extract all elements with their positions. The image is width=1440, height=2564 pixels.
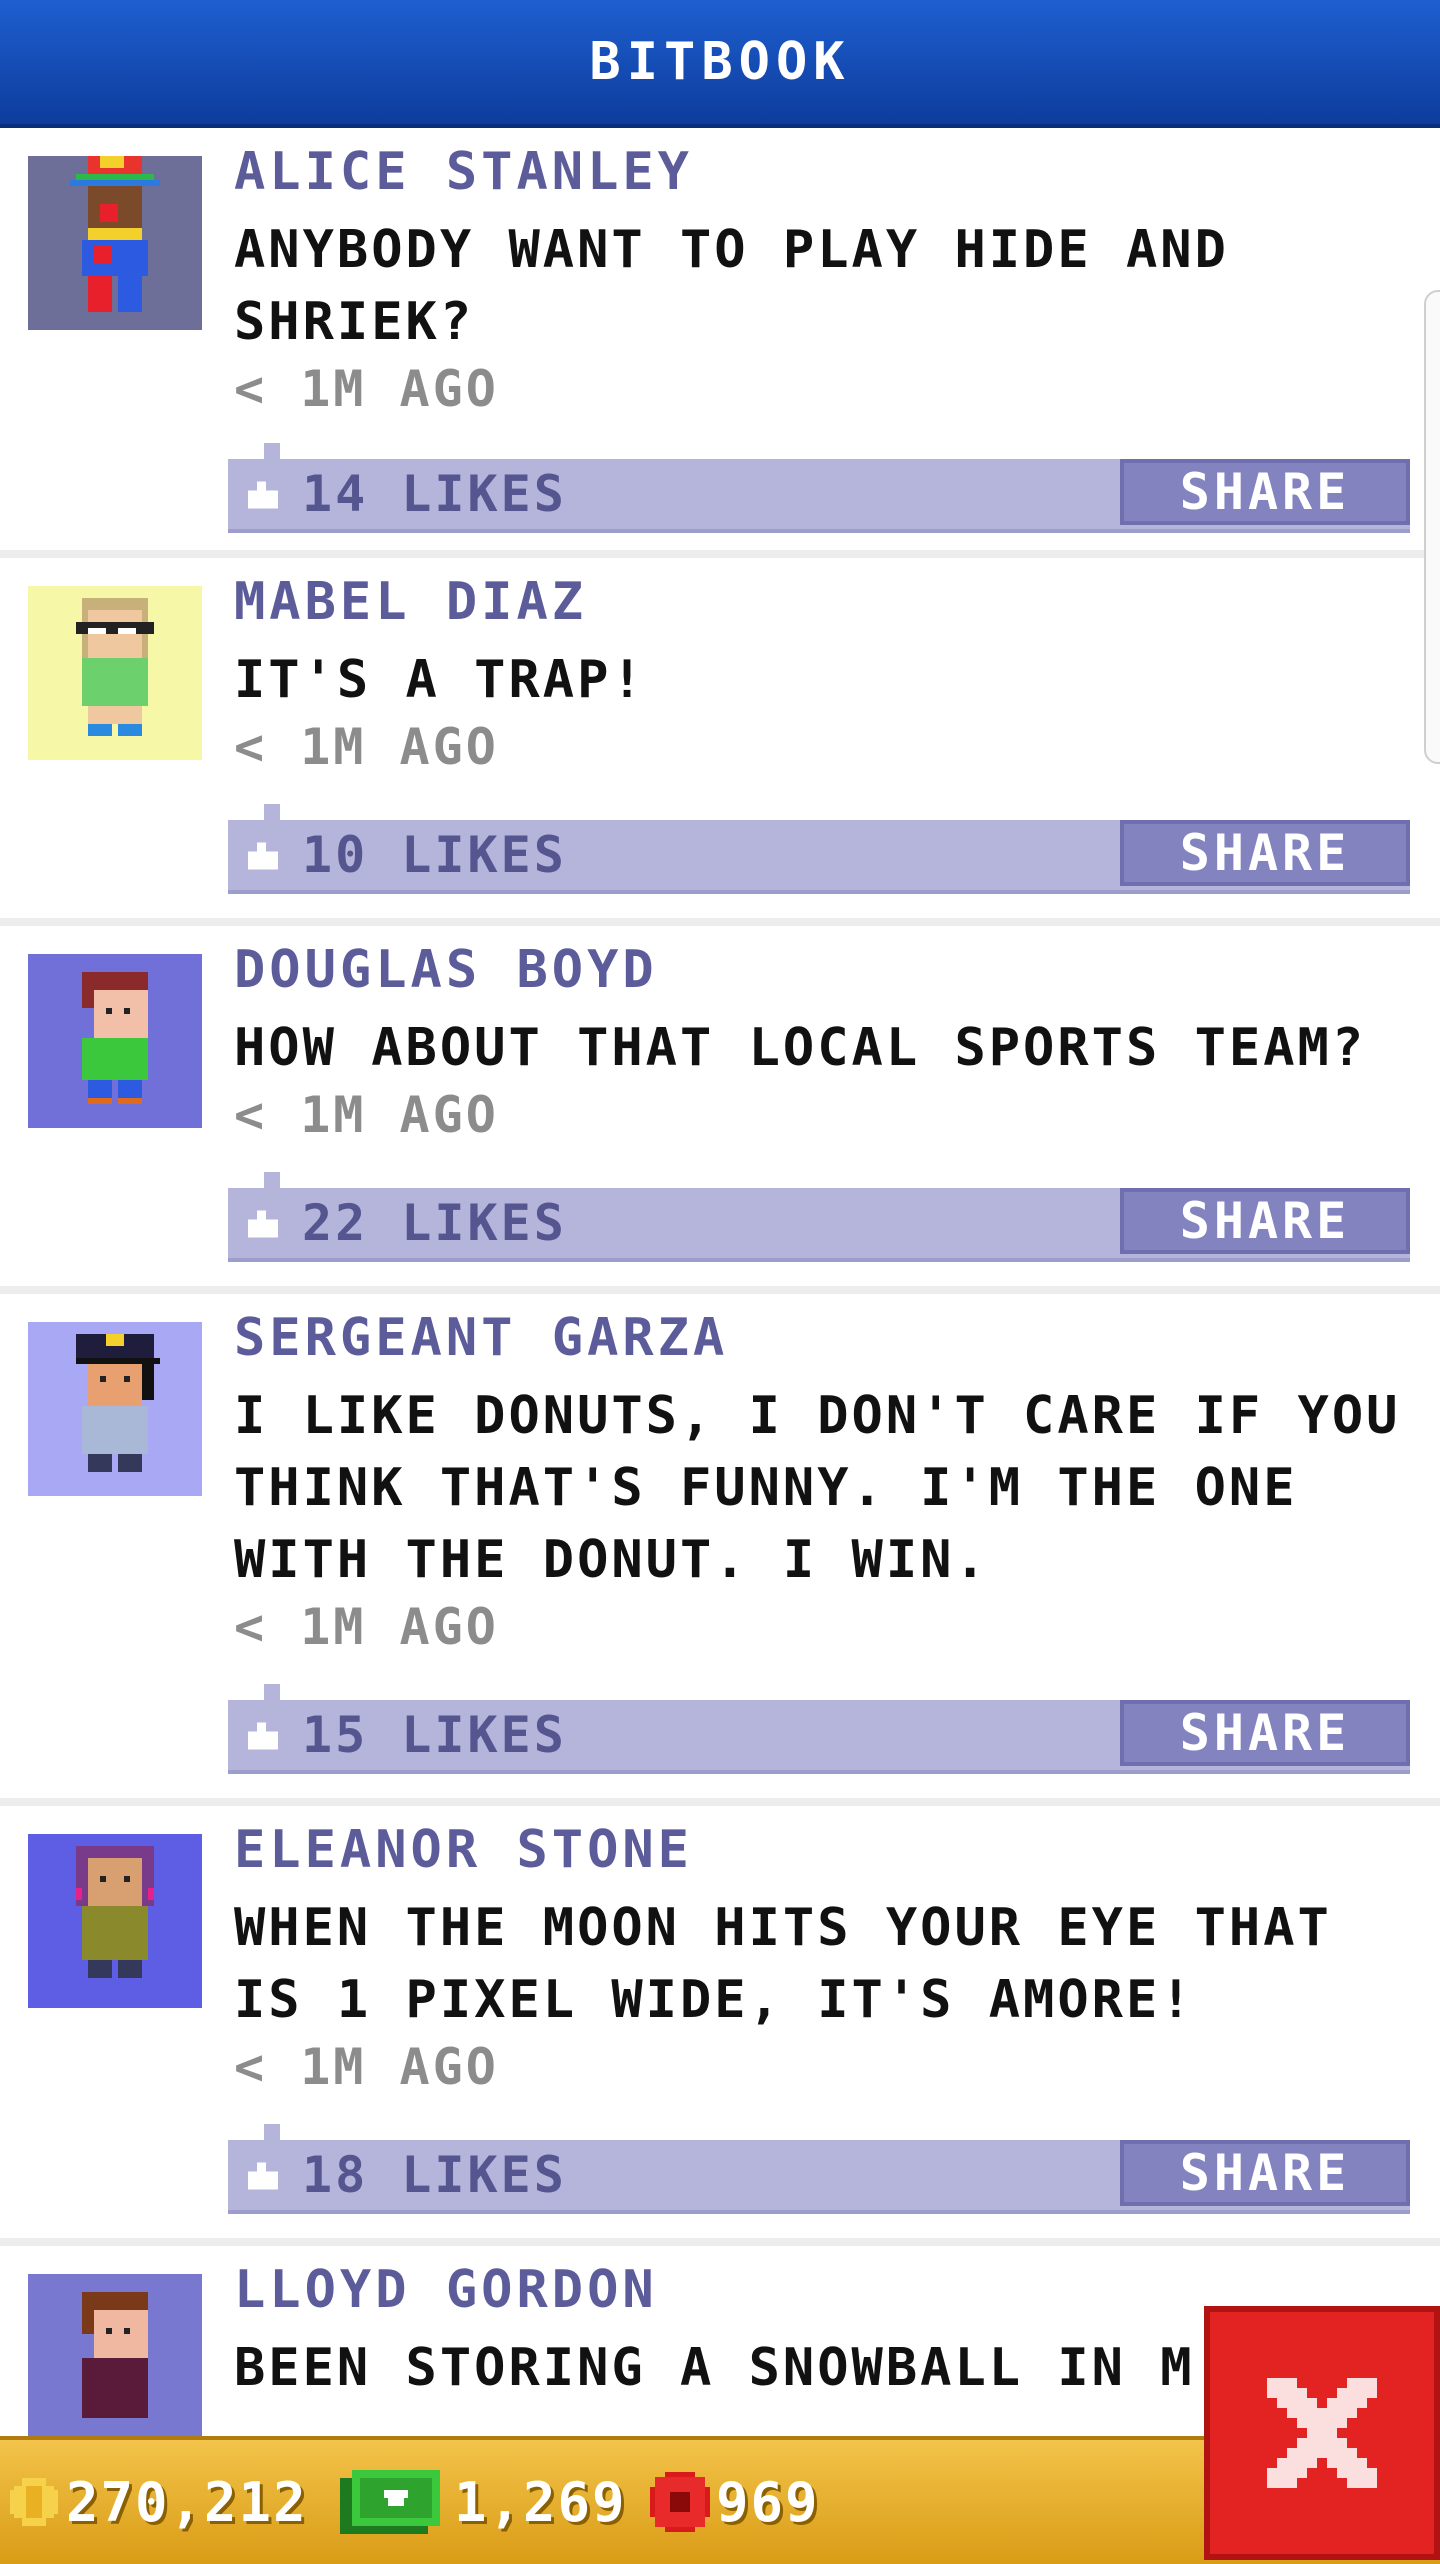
share-button[interactable]: SHARE — [1120, 459, 1410, 525]
post-message: I like donuts, I don't care if you think… — [234, 1386, 1401, 1590]
close-icon — [1267, 2378, 1377, 2488]
avatar[interactable] — [28, 1322, 202, 1496]
gems-stat: 969 — [650, 2440, 820, 2564]
post-author[interactable]: Mabel Diaz — [234, 572, 587, 632]
post-message: It's a trap! — [234, 650, 646, 710]
like-count[interactable]: 10 LIKES — [302, 824, 567, 886]
like-bar: 14 LIKES SHARE — [228, 443, 1410, 533]
post-timestamp: < 1M AGO — [234, 1598, 499, 1656]
share-button[interactable]: SHARE — [1120, 2140, 1410, 2206]
coins-count: 270,212 — [66, 2470, 308, 2534]
like-bar: 15 LIKES SHARE — [228, 1684, 1410, 1774]
coins-stat: 270,212 — [10, 2440, 308, 2564]
share-button[interactable]: SHARE — [1120, 1700, 1410, 1766]
post-timestamp: < 1M AGO — [234, 360, 499, 418]
avatar[interactable] — [28, 954, 202, 1128]
post-timestamp: < 1M AGO — [234, 718, 499, 776]
feed-post: Mabel Diaz It's a trap! < 1M AGO 10 LIKE… — [0, 558, 1440, 926]
gems-count: 969 — [716, 2470, 820, 2534]
post-message: When the moon hits your eye that is 1 pi… — [234, 1898, 1332, 2030]
bux-count: 1,269 — [454, 2470, 627, 2534]
thumb-up-icon — [248, 1722, 278, 1750]
app-header: BITBOOK — [0, 0, 1440, 128]
avatar[interactable] — [28, 156, 202, 330]
bux-icon — [340, 2470, 440, 2534]
post-author[interactable]: Sergeant Garza — [234, 1308, 728, 1368]
post-author[interactable]: Lloyd Gordon — [234, 2260, 658, 2320]
post-author[interactable]: Douglas Boyd — [234, 940, 658, 1000]
feed-post: Alice Stanley Anybody want to play hide … — [0, 128, 1440, 558]
post-author[interactable]: Alice Stanley — [234, 142, 693, 202]
like-count[interactable]: 15 LIKES — [302, 1704, 567, 1766]
feed-post: Eleanor Stone When the moon hits your ey… — [0, 1806, 1440, 2246]
feed-post: Sergeant Garza I like donuts, I don't ca… — [0, 1294, 1440, 1806]
thumb-up-icon — [248, 842, 278, 870]
coin-icon — [10, 2478, 58, 2526]
bux-stat: 1,269 — [340, 2440, 627, 2564]
thumb-up-icon — [248, 481, 278, 509]
share-button[interactable]: SHARE — [1120, 820, 1410, 886]
close-button[interactable] — [1204, 2306, 1440, 2560]
post-message: Anybody want to play hide and shriek? — [234, 220, 1229, 352]
post-timestamp: < 1M AGO — [234, 1086, 499, 1144]
avatar[interactable] — [28, 2274, 202, 2438]
like-count[interactable]: 14 LIKES — [302, 463, 567, 525]
post-message: How about that local sports team? — [234, 1018, 1367, 1078]
thumb-up-icon — [248, 2162, 278, 2190]
app-title: BITBOOK — [589, 32, 851, 92]
like-bar: 10 LIKES SHARE — [228, 804, 1410, 894]
avatar[interactable] — [28, 1834, 202, 2008]
like-bar: 18 LIKES SHARE — [228, 2124, 1410, 2214]
like-bar: 22 LIKES SHARE — [228, 1172, 1410, 1262]
gem-icon — [650, 2472, 710, 2532]
like-count[interactable]: 18 LIKES — [302, 2144, 567, 2206]
scroll-indicator[interactable] — [1424, 290, 1440, 764]
like-count[interactable]: 22 LIKES — [302, 1192, 567, 1254]
feed-post: Douglas Boyd How about that local sports… — [0, 926, 1440, 1294]
post-author[interactable]: Eleanor Stone — [234, 1820, 693, 1880]
feed-list[interactable]: Alice Stanley Anybody want to play hide … — [0, 128, 1440, 2438]
avatar[interactable] — [28, 586, 202, 760]
post-timestamp: < 1M AGO — [234, 2038, 499, 2096]
thumb-up-icon — [248, 1210, 278, 1238]
share-button[interactable]: SHARE — [1120, 1188, 1410, 1254]
